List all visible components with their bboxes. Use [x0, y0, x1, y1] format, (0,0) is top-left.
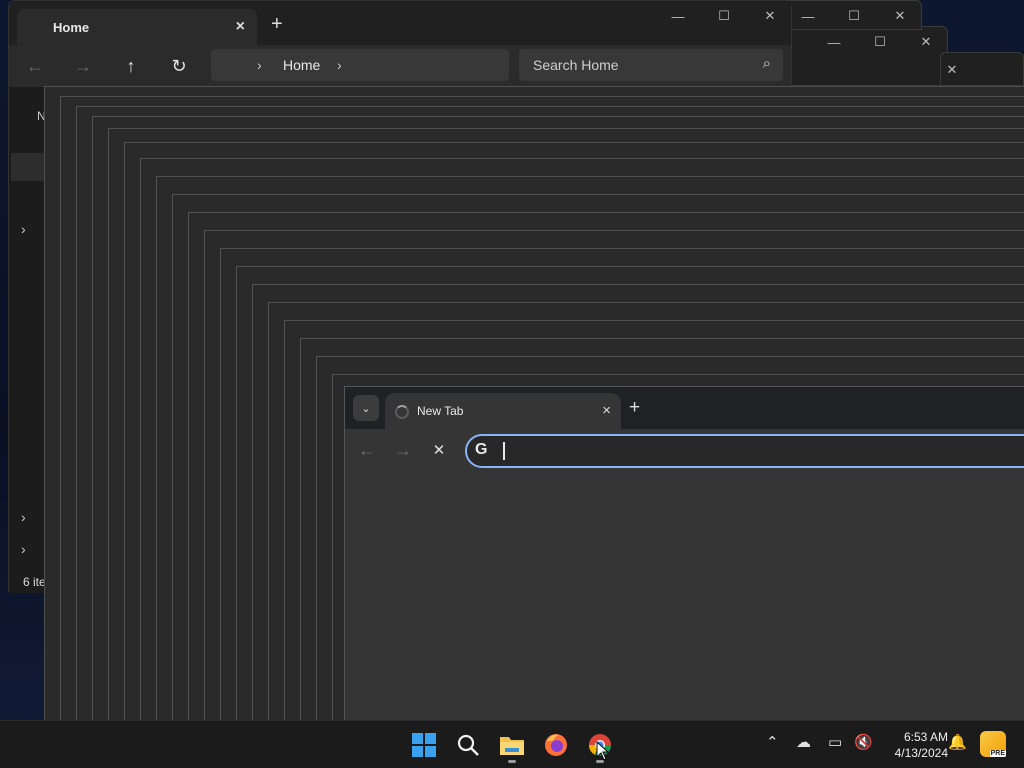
item-count-status: 6 ite — [23, 575, 46, 589]
volume-muted-icon[interactable]: 🔇 — [854, 733, 873, 751]
folder-icon — [500, 737, 524, 755]
firefox-taskbar-button[interactable] — [536, 725, 576, 765]
clock[interactable]: 6:53 AM 4/13/2024 — [880, 729, 948, 761]
copilot-button[interactable]: PRE — [980, 731, 1006, 757]
minimize-icon[interactable]: — — [655, 1, 701, 31]
notification-bell-icon[interactable]: 🔔 — [948, 733, 967, 751]
tab-new-tab[interactable]: New Tab × — [385, 393, 621, 429]
back-icon[interactable]: ← — [21, 53, 49, 79]
firefox-icon — [545, 734, 567, 756]
windows-icon — [412, 733, 436, 757]
up-icon[interactable]: ↑ — [117, 53, 145, 79]
close-icon[interactable]: ✕ — [877, 1, 923, 31]
search-placeholder: Search Home — [533, 57, 619, 73]
title-bar[interactable]: Home × + — ☐ ✕ — [9, 1, 791, 45]
tab-label: New Tab — [417, 404, 464, 418]
navigation-pane[interactable]: N › › › — [9, 87, 46, 593]
maximize-icon[interactable]: ☐ — [701, 1, 747, 31]
back-icon[interactable]: ← — [353, 437, 381, 463]
file-explorer-taskbar-button[interactable] — [492, 725, 532, 765]
tab-search-icon[interactable]: ⌄ — [353, 395, 379, 421]
chevron-right-icon[interactable]: › — [257, 57, 262, 73]
forward-icon[interactable]: → — [389, 437, 417, 463]
tab-label: Home — [53, 19, 90, 35]
navigation-bar: ← → ↑ ↻ › Home › Search Home ⌕ — [9, 45, 791, 87]
browser-toolbar: ← → ✕ G — [345, 429, 1024, 473]
forward-icon[interactable]: → — [69, 53, 97, 79]
chrome-taskbar-button[interactable] — [580, 725, 620, 765]
new-tab-button[interactable]: + — [271, 13, 283, 36]
tab-home[interactable]: Home × — [17, 9, 257, 45]
mouse-cursor-icon — [596, 741, 610, 761]
clock-date: 4/13/2024 — [894, 746, 948, 760]
onedrive-offline-icon[interactable]: ☁ — [796, 733, 811, 751]
address-bar[interactable]: G — [465, 434, 1024, 468]
network-icon[interactable]: ▭ — [828, 733, 842, 751]
show-hidden-icons-chevron-icon[interactable]: ⌃ — [766, 733, 779, 751]
text-cursor — [503, 442, 505, 460]
start-button[interactable] — [404, 725, 444, 765]
maximize-icon[interactable]: ☐ — [857, 27, 903, 57]
sidebar-item-home[interactable] — [11, 153, 45, 181]
chevron-right-icon[interactable]: › — [337, 57, 342, 73]
minimize-icon[interactable]: — — [811, 27, 857, 57]
tab-strip[interactable]: ⌄ New Tab × + — [345, 387, 1024, 429]
close-tab-icon[interactable]: × — [602, 402, 611, 419]
chrome-window[interactable]: ⌄ New Tab × + ← → ✕ G — [344, 386, 1024, 720]
search-icon: ⌕ — [762, 55, 771, 72]
copilot-preview-badge: PRE — [989, 750, 1006, 757]
refresh-icon[interactable]: ↻ — [165, 53, 193, 79]
close-tab-icon[interactable]: × — [236, 18, 245, 36]
google-icon: G — [475, 441, 488, 458]
running-indicator — [508, 760, 516, 763]
close-icon[interactable]: ✕ — [929, 55, 975, 85]
clock-time: 6:53 AM — [903, 730, 948, 744]
search-input[interactable]: Search Home ⌕ — [519, 49, 783, 81]
background-window-3[interactable]: ✕ — [940, 52, 1024, 86]
maximize-icon[interactable]: ☐ — [831, 1, 877, 31]
breadcrumb-home[interactable]: Home — [283, 57, 320, 73]
close-icon[interactable]: ✕ — [747, 1, 793, 31]
taskbar: ⌃ ☁ ▭ 🔇 6:53 AM 4/13/2024 🔔 PRE — [0, 720, 1024, 768]
stop-loading-icon[interactable]: ✕ — [425, 437, 453, 463]
search-icon — [457, 734, 479, 756]
loading-spinner-icon — [395, 405, 409, 419]
search-button[interactable] — [448, 725, 488, 765]
address-bar[interactable]: › Home › — [211, 49, 509, 81]
new-tab-button[interactable]: + — [629, 397, 640, 419]
